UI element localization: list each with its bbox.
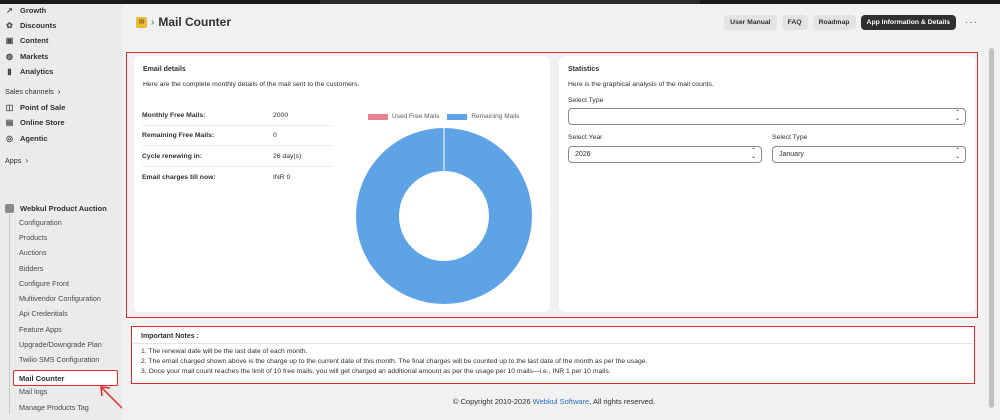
sidebar-subitem[interactable]: Configuration xyxy=(19,216,62,228)
analytics-icon: ▮ xyxy=(7,66,12,76)
sidebar-subitem[interactable]: Products xyxy=(19,231,47,243)
sidebar-subitem[interactable]: Api Credentials xyxy=(19,307,68,319)
footer: © Copyright 2010-2026 Webkul Software, A… xyxy=(452,397,656,406)
page-scrollbar[interactable] xyxy=(986,4,1000,420)
select-year-dropdown[interactable]: 2026 ⌃ ⌄ xyxy=(568,146,762,163)
faq-button[interactable]: FAQ xyxy=(781,15,808,30)
legend-label-used: Used Free Mails xyxy=(392,113,440,120)
globe-icon: ◍ xyxy=(6,51,13,61)
header-actions: User Manual FAQ Roadmap App Information … xyxy=(724,15,978,30)
sidebar-subitem[interactable]: Auctions xyxy=(19,246,47,258)
legend-swatch-used xyxy=(368,113,388,120)
notes-title: Important Notes : xyxy=(141,333,199,340)
sidebar-subitem[interactable]: Feature Apps xyxy=(19,323,62,335)
page-header: ✉ › Mail Counter xyxy=(136,13,231,31)
tree-line xyxy=(9,214,10,414)
sidebar-subitem[interactable]: Configure Front xyxy=(19,277,69,289)
sidebar-item-growth[interactable]: ↗ Growth xyxy=(5,4,46,16)
sidebar-subitem[interactable]: Twilio SMS Configuration xyxy=(19,353,99,365)
divider xyxy=(132,343,974,344)
sidebar: ↗ Growth ✿ Discounts ▣ Content ◍ Markets ▮ An… xyxy=(0,4,131,420)
note-line: 3. Once your mail count reaches the limi… xyxy=(141,368,611,375)
select-arrows-icon: ⌃ ⌄ xyxy=(954,148,960,160)
chart-legend: Used Free Mails Remaining Mails xyxy=(368,113,519,120)
scrollbar-thumb[interactable] xyxy=(989,48,994,408)
select-month-label: Select Type xyxy=(772,134,808,141)
content-icon: ▣ xyxy=(5,35,14,45)
sidebar-subitem[interactable]: Upgrade/Downgrade Plan xyxy=(19,338,102,350)
app-information-button[interactable]: App Information & Details xyxy=(860,15,956,30)
roadmap-button[interactable]: Roadmap xyxy=(812,15,856,30)
sidebar-subitem[interactable]: Bidders xyxy=(19,262,43,274)
select-arrows-icon: ⌃ ⌄ xyxy=(954,110,960,122)
select-year-label: Select Year xyxy=(568,134,603,141)
select-type-label: Select Type xyxy=(568,97,604,104)
statistics-subtitle: Here is the graphical analysis of the ma… xyxy=(568,81,714,88)
chevron-right-icon: › xyxy=(25,155,29,165)
agentic-icon: ◎ xyxy=(6,133,13,143)
store-icon: ▤ xyxy=(5,117,14,127)
select-month-dropdown[interactable]: January ⌃ ⌄ xyxy=(772,146,966,163)
sidebar-item-online-store[interactable]: ▤ Online Store xyxy=(5,116,65,128)
sidebar-app-webkul-product-auction[interactable]: Webkul Product Auction xyxy=(5,202,107,214)
app-logo-icon: ✉ xyxy=(136,16,147,28)
email-details-subtitle: Here are the complete monthly details of… xyxy=(143,81,360,88)
discount-icon: ✿ xyxy=(6,20,13,30)
apps-section[interactable]: Apps › xyxy=(5,154,28,166)
email-details-card: Email details Here are the complete mont… xyxy=(134,56,550,312)
breadcrumb-separator: › xyxy=(151,16,155,28)
note-line: 2. The email charged shown above is the … xyxy=(141,358,648,365)
chevron-right-icon: › xyxy=(57,86,61,96)
sidebar-subitem[interactable]: Manage Products Tag xyxy=(19,401,89,413)
statistics-title: Statistics xyxy=(568,66,600,73)
page-title: Mail Counter xyxy=(158,15,232,29)
sidebar-item-analytics[interactable]: ▮ Analytics xyxy=(5,65,53,77)
growth-icon: ↗ xyxy=(6,5,13,15)
detail-row: Monthly Free Mails: 2000 xyxy=(142,106,332,126)
sales-channels-section[interactable]: Sales channels › xyxy=(5,85,60,97)
detail-row: Email charges till now: INR 0 xyxy=(142,173,291,181)
mail-usage-donut-chart xyxy=(356,128,532,304)
note-line: 1. The renewal date will be the last dat… xyxy=(141,348,308,355)
legend-label-remaining: Remaining Mails xyxy=(471,113,520,120)
sidebar-item-agentic[interactable]: ◎ Agentic xyxy=(5,132,48,144)
important-notes: Important Notes : 1. The renewal date wi… xyxy=(131,326,975,384)
select-type-dropdown[interactable]: ⌃ ⌄ xyxy=(568,108,966,125)
sidebar-subitem[interactable]: Mail logs xyxy=(19,385,47,397)
sidebar-item-markets[interactable]: ◍ Markets xyxy=(5,50,48,62)
pos-icon: ◫ xyxy=(5,102,14,112)
app-icon xyxy=(5,203,14,213)
detail-row: Remaining Free Mails: 0 xyxy=(142,126,332,146)
sidebar-subitem[interactable]: Multivendor Configuration xyxy=(19,292,101,304)
sidebar-item-point-of-sale[interactable]: ◫ Point of Sale xyxy=(5,101,66,113)
webkul-link[interactable]: Webkul Software xyxy=(533,397,590,406)
statistics-card: Statistics Here is the graphical analysi… xyxy=(559,56,975,312)
sidebar-item-discounts[interactable]: ✿ Discounts xyxy=(5,19,56,31)
user-manual-button[interactable]: User Manual xyxy=(724,15,777,30)
sidebar-item-content[interactable]: ▣ Content xyxy=(5,34,49,46)
main-content: ✉ › Mail Counter User Manual FAQ Roadmap… xyxy=(122,4,986,420)
email-details-title: Email details xyxy=(143,66,186,73)
more-options-icon[interactable]: ··· xyxy=(965,17,978,28)
select-arrows-icon: ⌃ ⌄ xyxy=(750,148,756,160)
detail-row: Cycle renewing in: 26 day(s) xyxy=(142,147,332,167)
legend-swatch-remaining xyxy=(447,113,468,120)
